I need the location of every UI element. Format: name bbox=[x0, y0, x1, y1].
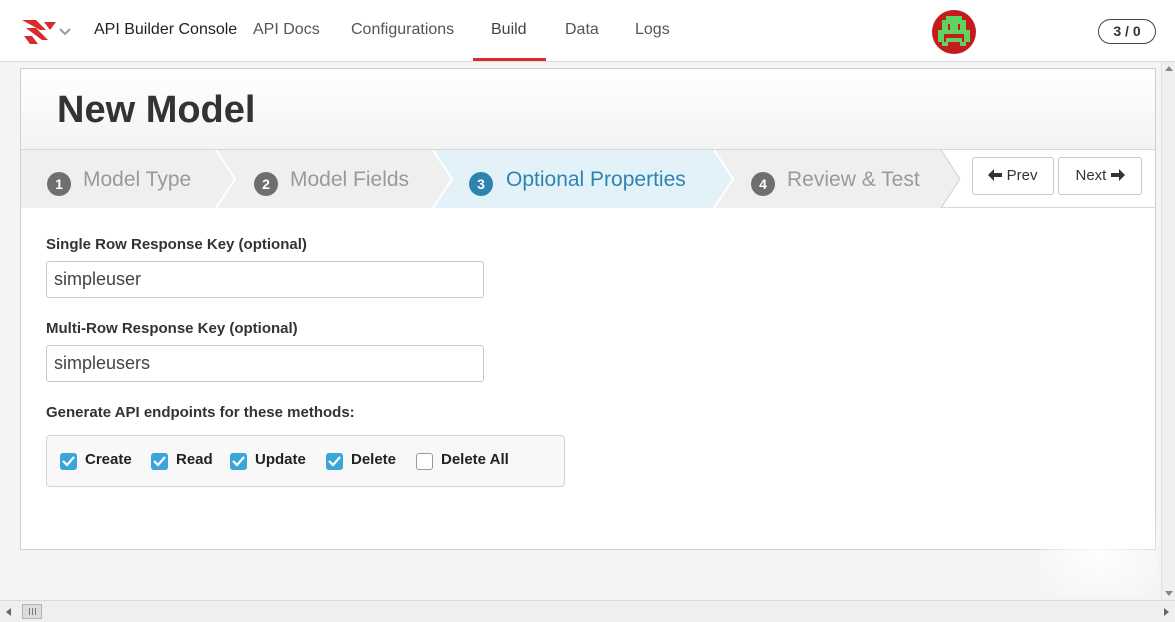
nav-item-configurations[interactable]: Configurations bbox=[351, 21, 454, 39]
step-model-type[interactable]: Model Type bbox=[83, 168, 191, 192]
arrow-left-icon bbox=[988, 169, 1003, 181]
delete-label[interactable]: Delete bbox=[351, 451, 396, 468]
methods-label: Generate API endpoints for these methods… bbox=[46, 404, 355, 421]
update-label[interactable]: Update bbox=[255, 451, 306, 468]
next-button[interactable]: Next bbox=[1058, 157, 1142, 195]
vertical-scrollbar[interactable] bbox=[1161, 62, 1175, 600]
delete-checkbox[interactable] bbox=[326, 453, 343, 470]
step-review-test[interactable]: Review & Test bbox=[787, 168, 920, 192]
step-optional-properties[interactable]: Optional Properties bbox=[506, 168, 686, 192]
scrollbar-thumb[interactable] bbox=[22, 604, 42, 619]
wizard-steps: 1 Model Type 2 Model Fields 3 Optional P… bbox=[21, 150, 1155, 208]
avatar[interactable] bbox=[932, 10, 976, 54]
active-tab-indicator bbox=[473, 58, 546, 61]
read-label[interactable]: Read bbox=[176, 451, 213, 468]
multi-key-input[interactable] bbox=[46, 345, 484, 382]
scroll-left-icon[interactable] bbox=[6, 608, 11, 616]
nav-item-data[interactable]: Data bbox=[565, 21, 599, 39]
delete-all-checkbox[interactable] bbox=[416, 453, 433, 470]
avatar-icon bbox=[938, 16, 970, 46]
update-checkbox[interactable] bbox=[230, 453, 247, 470]
step-model-fields[interactable]: Model Fields bbox=[290, 168, 409, 192]
horizontal-scrollbar[interactable] bbox=[0, 600, 1175, 622]
overlay-glow bbox=[1040, 515, 1158, 597]
check-icon bbox=[232, 456, 245, 467]
check-icon bbox=[62, 456, 75, 467]
nav-item-build[interactable]: Build bbox=[491, 21, 527, 39]
scroll-up-icon[interactable] bbox=[1165, 66, 1173, 71]
read-checkbox[interactable] bbox=[151, 453, 168, 470]
step-number: 1 bbox=[47, 172, 71, 196]
logo-icon[interactable] bbox=[22, 16, 56, 48]
multi-key-label: Multi-Row Response Key (optional) bbox=[46, 320, 298, 337]
delete-all-label[interactable]: Delete All bbox=[441, 451, 509, 468]
create-label[interactable]: Create bbox=[85, 451, 132, 468]
new-model-panel: New Model 1 Model Type 2 Model Fields 3 … bbox=[20, 68, 1156, 550]
panel-header: New Model bbox=[21, 69, 1155, 150]
page-title: New Model bbox=[57, 89, 256, 131]
nav-item-api-docs[interactable]: API Docs bbox=[253, 21, 320, 39]
scroll-right-icon[interactable] bbox=[1164, 608, 1169, 616]
scroll-down-icon[interactable] bbox=[1165, 591, 1173, 596]
check-icon bbox=[328, 456, 341, 467]
notification-counter[interactable]: 3 / 0 bbox=[1098, 19, 1156, 44]
prev-button[interactable]: Prev bbox=[972, 157, 1054, 195]
step-number: 3 bbox=[469, 172, 493, 196]
prev-label: Prev bbox=[1006, 167, 1038, 184]
methods-group: Create Read Update Delete Delete All bbox=[46, 435, 565, 487]
step-number: 2 bbox=[254, 172, 278, 196]
single-key-input[interactable] bbox=[46, 261, 484, 298]
next-label: Next bbox=[1075, 167, 1107, 184]
app-title[interactable]: API Builder Console bbox=[94, 21, 237, 39]
nav-item-logs[interactable]: Logs bbox=[635, 21, 670, 39]
chevron-down-icon[interactable] bbox=[58, 25, 72, 39]
check-icon bbox=[153, 456, 166, 467]
single-key-label: Single Row Response Key (optional) bbox=[46, 236, 307, 253]
create-checkbox[interactable] bbox=[60, 453, 77, 470]
top-nav: API Builder Console API Docs Configurati… bbox=[0, 0, 1175, 62]
step-number: 4 bbox=[751, 172, 775, 196]
arrow-right-icon bbox=[1110, 169, 1125, 181]
